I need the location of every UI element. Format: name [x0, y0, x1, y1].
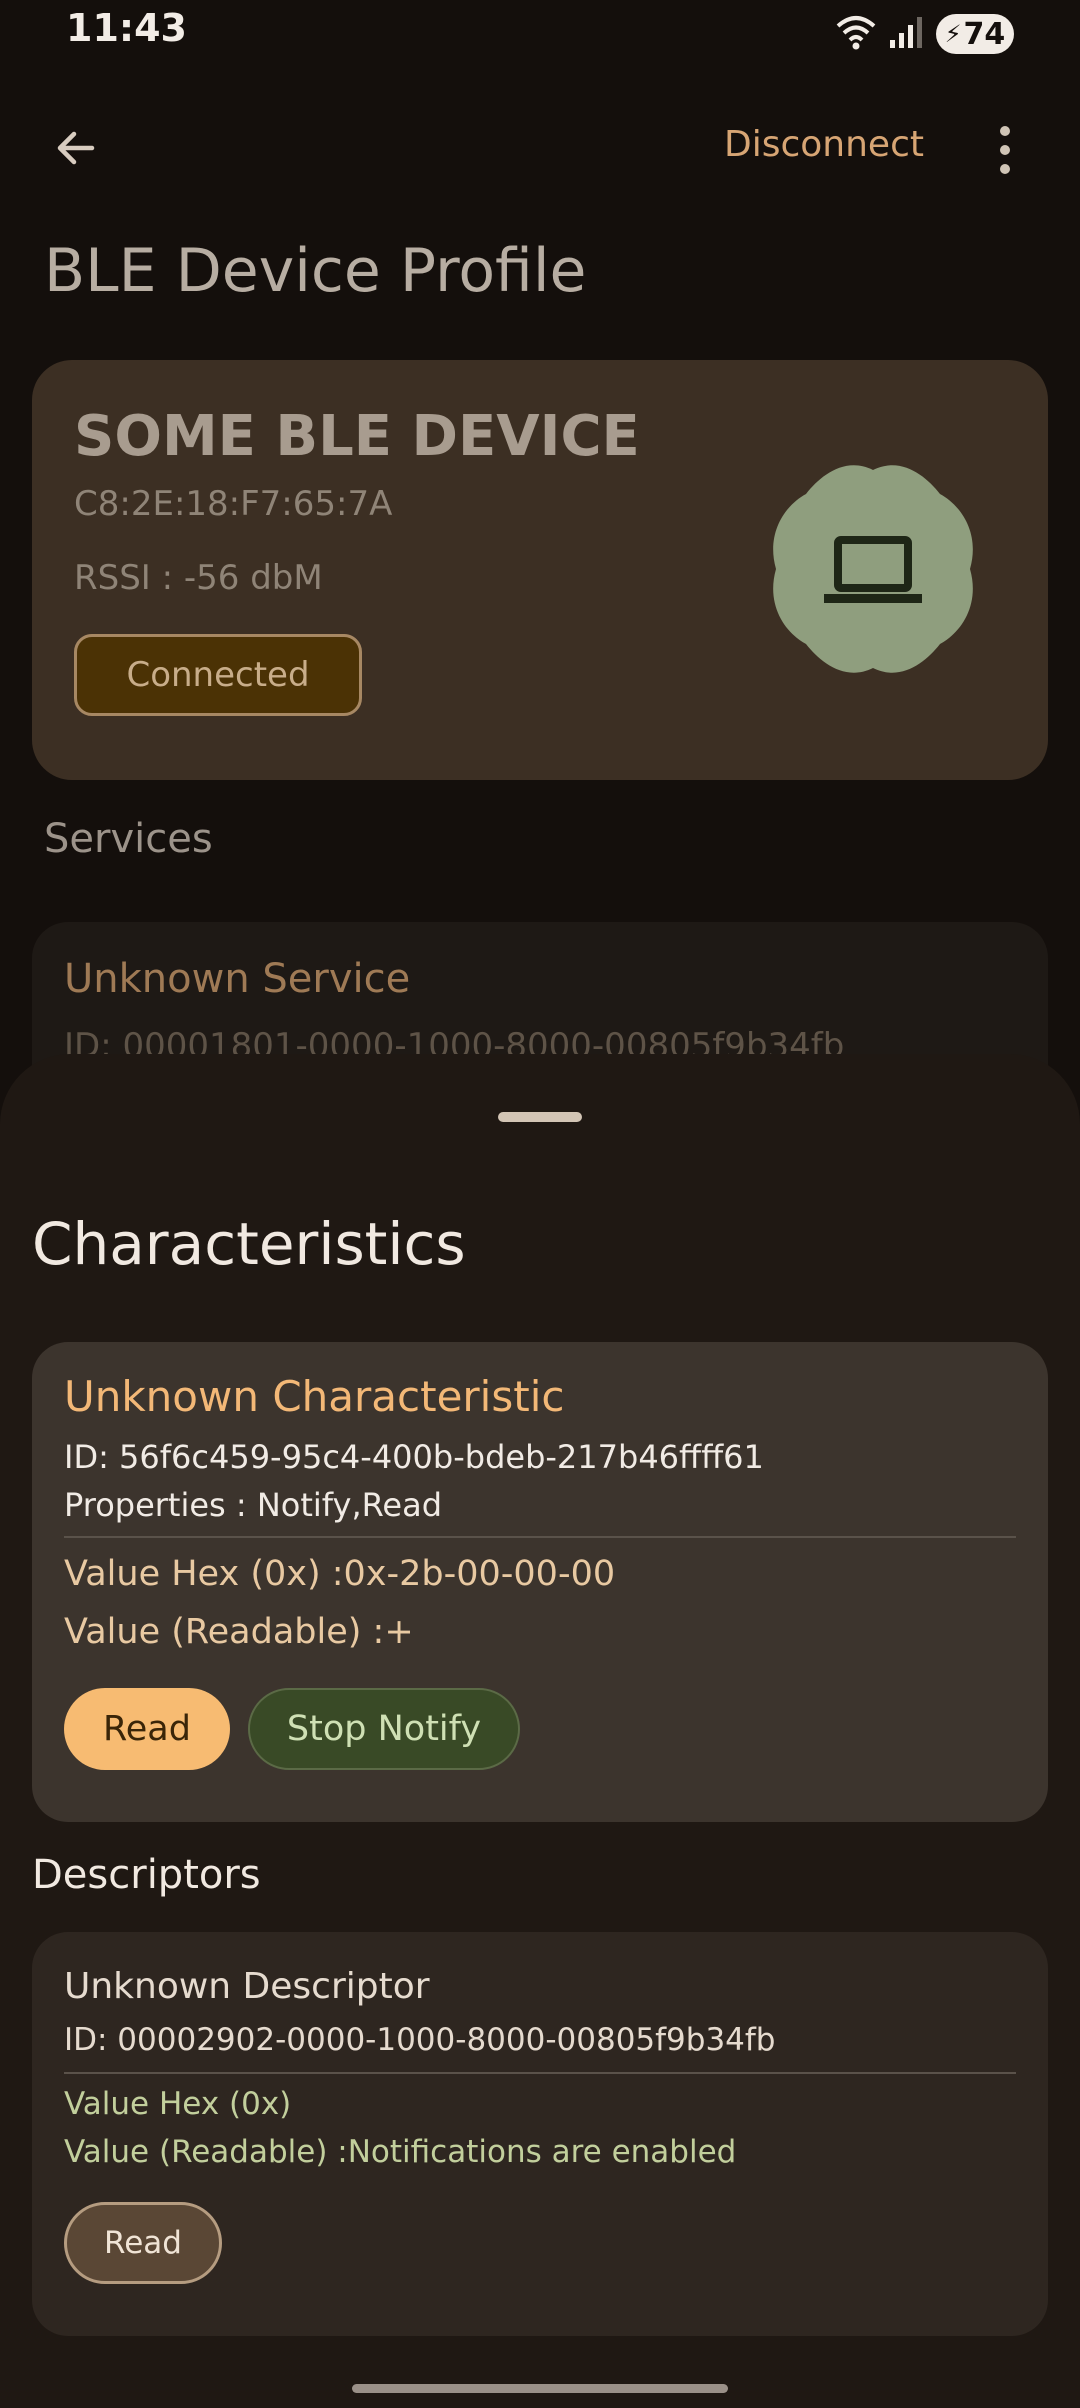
- device-rssi: RSSI : -56 dbM: [74, 558, 323, 598]
- descriptors-heading: Descriptors: [32, 1852, 261, 1898]
- descriptor-value-readable: Value (Readable) :Notifications are enab…: [64, 2134, 737, 2170]
- back-button[interactable]: [40, 112, 112, 184]
- device-avatar: [766, 462, 980, 676]
- sheet-drag-handle[interactable]: [498, 1112, 582, 1122]
- more-options-button[interactable]: [985, 112, 1025, 188]
- status-time: 11:43: [66, 6, 187, 50]
- characteristic-value-hex: Value Hex (0x) :0x-2b-00-00-00: [64, 1554, 616, 1594]
- services-heading: Services: [44, 816, 213, 862]
- page-title: BLE Device Profile: [44, 236, 587, 306]
- characteristic-name: Unknown Characteristic: [64, 1372, 565, 1421]
- stop-notify-button[interactable]: Stop Notify: [248, 1688, 520, 1770]
- device-name: SOME BLE DEVICE: [74, 404, 640, 469]
- sheet-title: Characteristics: [32, 1210, 466, 1278]
- bolt-icon: ⚡: [944, 20, 962, 48]
- characteristic-value-readable: Value (Readable) :+: [64, 1612, 414, 1652]
- connection-status-chip: Connected: [74, 634, 362, 716]
- characteristic-divider: [64, 1536, 1016, 1538]
- signal-icon: [888, 14, 924, 54]
- characteristic-id: ID: 56f6c459-95c4-400b-bdeb-217b46ffff61: [64, 1438, 764, 1476]
- device-mac: C8:2E:18:F7:65:7A: [74, 484, 393, 524]
- characteristic-properties: Properties : Notify,Read: [64, 1486, 443, 1524]
- descriptor-value-hex: Value Hex (0x): [64, 2086, 292, 2122]
- gesture-navigation-bar[interactable]: [352, 2384, 728, 2393]
- more-vert-icon: [1000, 126, 1010, 136]
- descriptor-divider: [64, 2072, 1016, 2074]
- battery-indicator: ⚡ 74: [936, 14, 1014, 54]
- battery-level: 74: [963, 16, 1006, 52]
- status-icons: ⚡ 74: [836, 12, 1014, 56]
- wifi-icon: [836, 14, 876, 54]
- back-arrow-icon: [57, 131, 95, 165]
- descriptor-name: Unknown Descriptor: [64, 1966, 430, 2007]
- disconnect-button[interactable]: Disconnect: [724, 124, 924, 165]
- read-characteristic-button[interactable]: Read: [64, 1688, 230, 1770]
- service-name: Unknown Service: [64, 956, 411, 1002]
- read-descriptor-button[interactable]: Read: [64, 2202, 222, 2284]
- descriptor-id: ID: 00002902-0000-1000-8000-00805f9b34fb: [64, 2022, 776, 2058]
